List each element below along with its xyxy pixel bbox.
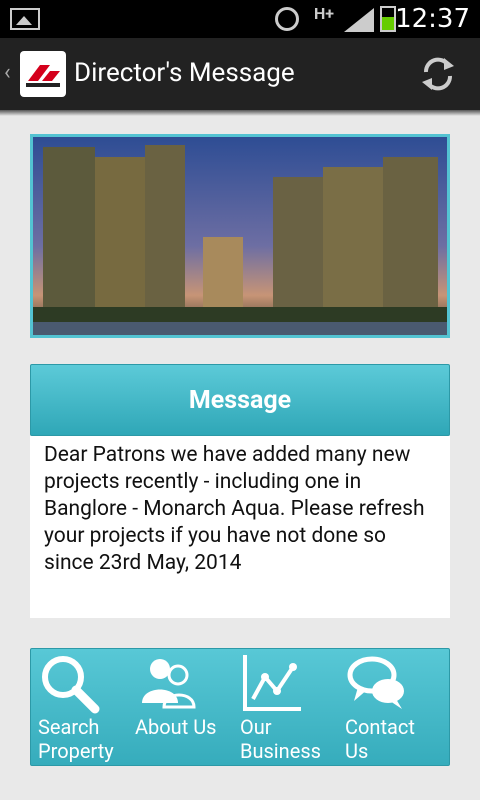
refresh-icon[interactable] [418, 54, 458, 94]
bottom-nav: Search Property About Us Our Business Co… [30, 648, 450, 766]
users-icon [142, 659, 196, 709]
line-chart-icon [243, 655, 301, 711]
nav-search-label: Search Property [38, 715, 114, 763]
battery-icon [380, 6, 396, 32]
signal-icon [344, 8, 374, 32]
message-body: Dear Patrons we have added many new proj… [30, 436, 450, 618]
nav-contact-label: Contact Us [345, 715, 415, 763]
alarm-icon [275, 7, 299, 31]
message-header: Message [30, 364, 450, 436]
up-caret-icon[interactable]: ‹ [4, 60, 11, 85]
nav-contact-us[interactable]: Contact Us [338, 649, 438, 767]
chat-icon [347, 656, 404, 709]
search-icon [42, 656, 100, 714]
action-bar-shadow [0, 110, 480, 116]
network-type: H+ [314, 4, 335, 23]
page-title: Director's Message [74, 58, 295, 88]
nav-about-label: About Us [135, 715, 217, 739]
logo-icon [26, 65, 60, 87]
buildings-illustration [33, 137, 447, 335]
nav-business-label: Our Business [240, 715, 321, 763]
nav-search-property[interactable]: Search Property [31, 649, 131, 767]
app-logo[interactable] [20, 51, 66, 97]
status-bar: H+ 12:37 [0, 0, 480, 38]
building-banner-image [30, 134, 450, 338]
nav-about-us[interactable]: About Us [128, 649, 228, 767]
gallery-notification-icon [10, 8, 40, 30]
nav-our-business[interactable]: Our Business [233, 649, 333, 767]
clock: 12:37 [395, 4, 470, 34]
action-bar: ‹ Director's Message [0, 38, 480, 116]
